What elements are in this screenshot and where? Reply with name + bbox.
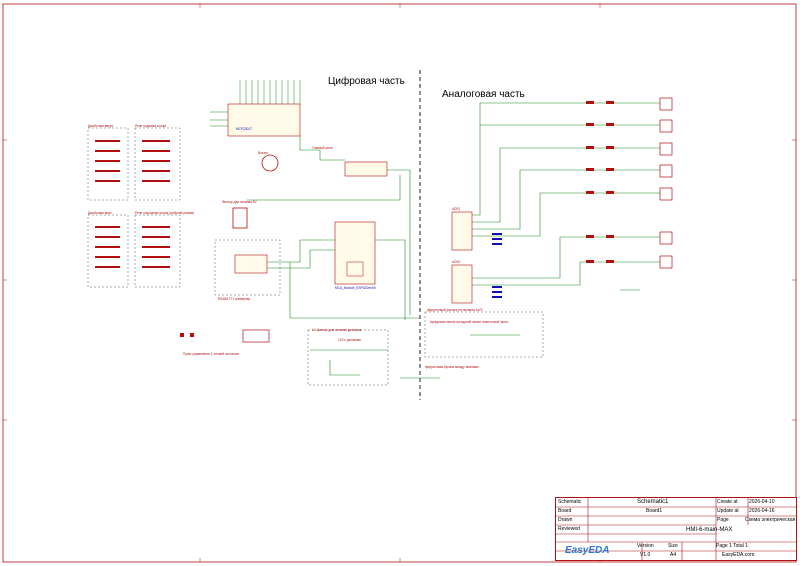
board-label: Board [558, 508, 572, 514]
size-value: A4 [670, 552, 677, 558]
project-name: HMI-6-main-MAX [686, 527, 733, 533]
page-value: Схема электрическая [745, 517, 796, 523]
relay-up-caption: Реле подъема штока [135, 124, 166, 128]
analog-passives [586, 101, 614, 263]
page-label: Page [717, 517, 729, 523]
sensors-caption: 12V к датчикам [338, 338, 361, 342]
ferrite-gnd-note: ферритовый фильтр на питании 4x2T [427, 308, 483, 312]
create-value: 2026-04-10 [749, 499, 775, 505]
pins-connector [242, 329, 270, 343]
create-label: Create at [717, 499, 738, 505]
update-label: Update at [717, 508, 739, 514]
buttons-down-caption: Джойстики вниз [88, 211, 112, 215]
mcu-caption: MCU_Module_ESP32DevKit [335, 286, 376, 290]
sheet-frame [2, 3, 797, 563]
site-link[interactable]: EasyEDA.com [722, 552, 754, 558]
power-filter-caption: Фильтр для питания 5V [222, 200, 257, 204]
relay-caption: Главный реле [312, 146, 333, 150]
ads-bus-flags [492, 233, 502, 298]
digital-section-title: Цифровая часть [328, 76, 405, 87]
easyeda-logo: EasyEDA [565, 545, 610, 556]
io-component-marks [95, 140, 170, 268]
mcp23017-symbol [210, 80, 301, 137]
mcp-caption: MCP23017 [236, 127, 252, 131]
buzzer-symbol [261, 154, 279, 172]
ferrite-note: ферритовая бусина между землями [425, 365, 479, 369]
version-label: Version [637, 543, 654, 549]
esp32-symbol [334, 221, 376, 285]
power-connector [232, 207, 248, 229]
analog-section-title: Аналоговая часть [442, 89, 525, 100]
reviewed-label: Reviewed [558, 526, 580, 532]
board-value: Board1 [646, 508, 663, 514]
analog-wires [470, 102, 660, 336]
buzzer-caption: Buzzer [258, 151, 268, 155]
divider-note: Цифровая земля на единой земле аналогово… [430, 320, 509, 324]
ads2-caption: ADS2 [452, 260, 461, 264]
update-value: 2026-04-16 [749, 508, 775, 514]
ads1-caption: ADS1 [452, 207, 461, 211]
relay-module [344, 161, 388, 177]
frame-ticks [3, 4, 796, 562]
drawn-label: Drawn [558, 517, 573, 523]
pins-note: Пульт управления 1 линией на кнопке [183, 352, 240, 356]
page-count: Page 1 Total 1 [716, 543, 748, 549]
rs485-module [234, 254, 268, 274]
version-value: V1.0 [640, 552, 651, 558]
buttons-up-caption: Джойстики вверх [88, 124, 114, 128]
size-label: Size [668, 543, 678, 549]
ads1-symbol [451, 211, 473, 251]
lc-filter-caption: LC фильтр для питания датчиков [312, 328, 362, 332]
ads2-symbol [451, 264, 473, 304]
rs485-caption: RS485-TTL конвертер [218, 297, 251, 301]
schematic-value: Schematic1 [637, 499, 669, 505]
relay-down-caption: Реле опускания штока (рабочий режим) [135, 211, 195, 215]
sensor-connectors [659, 97, 673, 269]
schematic-label: Schematic [558, 499, 582, 505]
button-pads [180, 333, 194, 337]
